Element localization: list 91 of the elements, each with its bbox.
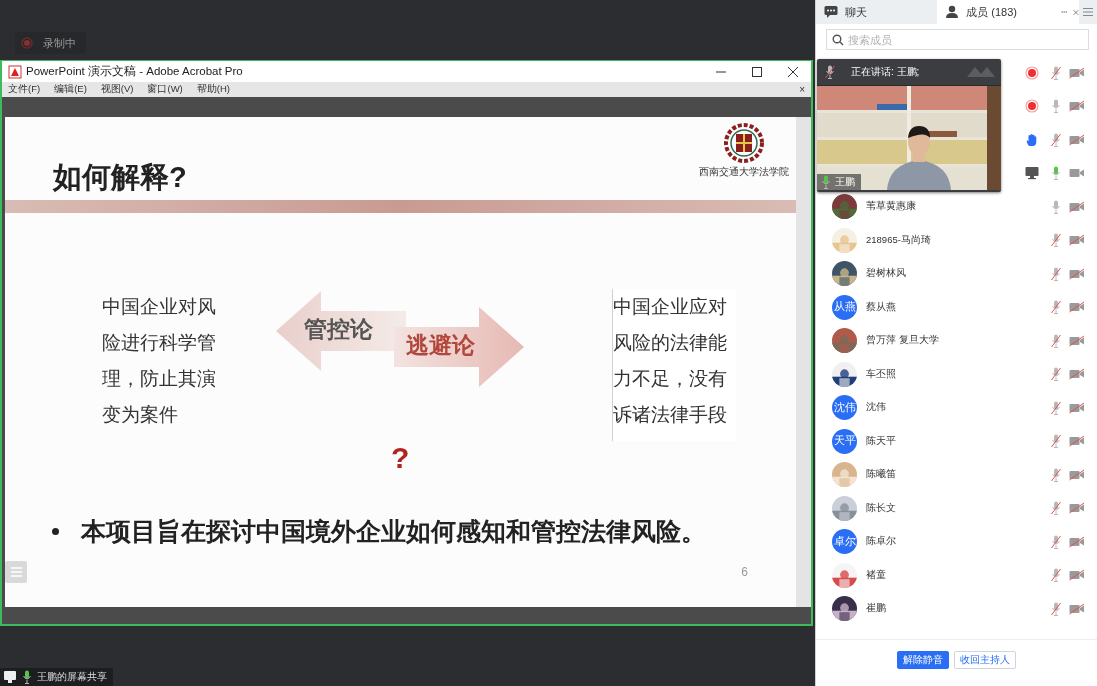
bullet-icon	[52, 528, 59, 535]
camera-off-icon[interactable]	[1069, 435, 1085, 448]
muted-microphone-icon[interactable]	[1051, 534, 1061, 549]
menu-item[interactable]: 文件(F)	[8, 83, 41, 96]
bullet-text: 本项目旨在探讨中国境外企业如何感知和管控法律风险。	[81, 516, 706, 547]
muted-microphone-icon[interactable]	[1051, 65, 1061, 80]
arrow-label: 管控论	[304, 315, 373, 344]
slide-title: 如何解释?	[53, 160, 187, 195]
avatar: 天平	[832, 428, 857, 454]
logo-text: 西南交通大学法学院	[699, 165, 789, 179]
muted-microphone-icon[interactable]	[1051, 601, 1061, 616]
camera-off-icon[interactable]	[1069, 200, 1085, 213]
muted-microphone-icon[interactable]	[1051, 467, 1061, 482]
arrow-label: 逃避论	[406, 331, 475, 360]
member-name: 崔鹏	[866, 602, 886, 616]
microphone-icon	[22, 670, 32, 684]
camera-off-icon[interactable]	[1069, 334, 1085, 347]
record-icon	[21, 37, 33, 49]
member-name: 沈伟	[866, 401, 886, 415]
camera-off-icon[interactable]	[1069, 301, 1085, 314]
screen-share-icon	[3, 670, 17, 684]
name-tag: 王鹏	[817, 174, 861, 190]
member-name: 碧树林风	[866, 267, 906, 281]
logo-icon	[967, 65, 995, 79]
muted-microphone-icon[interactable]	[825, 65, 835, 79]
muted-microphone-icon[interactable]	[1051, 233, 1061, 248]
menu-item[interactable]: 帮助(H)	[196, 83, 230, 96]
slide-text: 中国企业对风险进行科学管理，防止其演变为案件	[102, 295, 217, 427]
window-title: PowerPoint 演示文稿 - Adobe Acrobat Pro	[26, 64, 244, 79]
menu-item[interactable]: 编辑(E)	[54, 83, 87, 96]
tab[interactable]: 聊天	[816, 0, 938, 24]
muted-microphone-icon[interactable]	[1051, 501, 1061, 516]
microphone-icon[interactable]	[1051, 199, 1061, 214]
muted-microphone-icon[interactable]	[1051, 400, 1061, 415]
menu-icon[interactable]	[1082, 7, 1093, 17]
camera-icon[interactable]	[1069, 167, 1085, 180]
camera-off-icon[interactable]	[1069, 401, 1085, 414]
microphone-icon[interactable]	[1051, 99, 1061, 114]
member-name: 陈曦笛	[866, 468, 896, 482]
member-name: 曾万萍 复旦大学	[866, 334, 939, 348]
maximize-icon[interactable]	[751, 65, 763, 78]
camera-off-icon[interactable]	[1069, 133, 1085, 146]
microphone-icon[interactable]	[1051, 166, 1061, 181]
microphone-icon	[821, 175, 831, 189]
member-name: 苇草黄惠康	[866, 200, 916, 214]
scrollbar[interactable]	[796, 117, 811, 607]
member-name: 陈天平	[866, 434, 896, 448]
speaker-label: 正在讲话: 王鹏;	[851, 65, 921, 79]
muted-microphone-icon[interactable]	[1051, 333, 1061, 348]
member-name: 陈长文	[866, 501, 896, 515]
camera-off-icon[interactable]	[1069, 267, 1085, 280]
member-name: 218965-马尚琦	[866, 233, 931, 247]
button[interactable]: 解除静音	[897, 651, 949, 669]
search-field[interactable]: 搜索成员	[826, 29, 1089, 50]
camera-off-icon[interactable]	[1069, 234, 1085, 247]
pdf-icon	[8, 64, 22, 79]
close-button[interactable]: ×	[799, 84, 805, 95]
muted-microphone-icon[interactable]	[1051, 434, 1061, 449]
camera-off-icon[interactable]	[1069, 368, 1085, 381]
page-number: 6	[741, 565, 748, 579]
avatar: 沈伟	[832, 395, 857, 421]
question-mark: ?	[391, 441, 410, 475]
avatar: 从燕	[832, 294, 857, 320]
camera-off-icon[interactable]	[1069, 468, 1085, 481]
camera-off-icon[interactable]	[1069, 535, 1085, 548]
share-label: 王鹏的屏幕共享	[0, 668, 113, 686]
member-name: 车丕照	[866, 367, 896, 381]
muted-microphone-icon[interactable]	[1051, 568, 1061, 583]
camera-off-icon[interactable]	[1069, 569, 1085, 582]
muted-microphone-icon[interactable]	[1051, 266, 1061, 281]
member-name: 褚童	[866, 568, 886, 582]
recording-badge: 录制中	[15, 32, 86, 54]
camera-off-icon[interactable]	[1069, 66, 1085, 79]
muted-microphone-icon[interactable]	[1051, 367, 1061, 382]
camera-off-icon[interactable]	[1069, 100, 1085, 113]
avatar: 卓尔	[832, 529, 857, 555]
chat-icon	[824, 5, 838, 19]
emblem-icon	[724, 123, 764, 163]
muted-microphone-icon[interactable]	[1051, 300, 1061, 315]
camera-off-icon[interactable]	[1069, 502, 1085, 515]
person-icon	[945, 5, 960, 19]
button[interactable]: 收回主持人	[954, 651, 1016, 669]
search-icon	[832, 34, 844, 46]
menu-item[interactable]: 窗口(W)	[147, 83, 183, 96]
member-name: 陈卓尔	[866, 535, 896, 549]
camera-off-icon[interactable]	[1069, 602, 1085, 615]
tab[interactable]: 成员 (183)	[937, 0, 1059, 24]
close-icon[interactable]	[787, 65, 799, 78]
menu-item[interactable]: 视图(V)	[100, 83, 134, 96]
muted-microphone-icon[interactable]	[1051, 132, 1061, 147]
member-name: 蔡从燕	[866, 300, 896, 314]
